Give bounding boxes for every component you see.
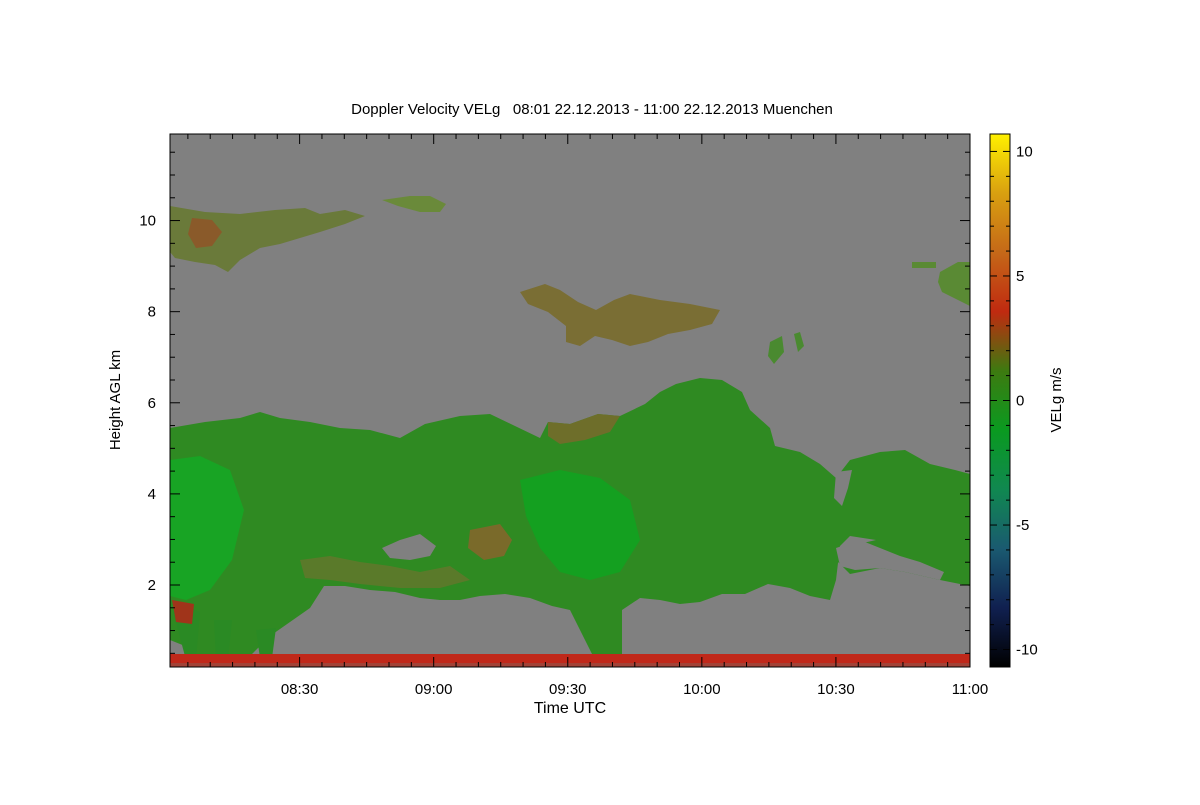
y-tick-label: 6 [148, 395, 156, 412]
colorbar-tick-label: -10 [1016, 642, 1038, 659]
colorbar-label: VELg m/s [1048, 367, 1065, 432]
x-tick-label: 09:00 [415, 681, 453, 698]
colorbar-tick-label: -5 [1016, 517, 1029, 534]
x-tick-label: 10:30 [817, 681, 855, 698]
y-tick-label: 8 [148, 304, 156, 321]
chart-svg: Doppler Velocity VELg 08:01 22.12.2013 -… [107, 101, 1065, 717]
colorbar-tick-label: 0 [1016, 393, 1024, 410]
colorbar-tick-label: 5 [1016, 268, 1024, 285]
y-tick-label: 4 [148, 486, 156, 503]
x-tick-label: 09:30 [549, 681, 587, 698]
chart-title: Doppler Velocity VELg 08:01 22.12.2013 -… [351, 101, 833, 118]
region-upper-right-strip [912, 262, 936, 268]
x-tick-label: 08:30 [281, 681, 319, 698]
colorbar-tick-label: 10 [1016, 143, 1033, 160]
x-tick-label: 11:00 [952, 681, 988, 698]
region-surface-layer [170, 654, 970, 663]
y-tick-label: 10 [139, 213, 156, 230]
x-tick-label: 10:00 [683, 681, 721, 698]
x-axis-label: Time UTC [534, 700, 606, 717]
chart-figure: Doppler Velocity VELg 08:01 22.12.2013 -… [0, 0, 1200, 800]
y-axis-label: Height AGL km [107, 350, 124, 450]
region-surface-base [170, 663, 970, 667]
y-tick-label: 2 [148, 577, 156, 594]
